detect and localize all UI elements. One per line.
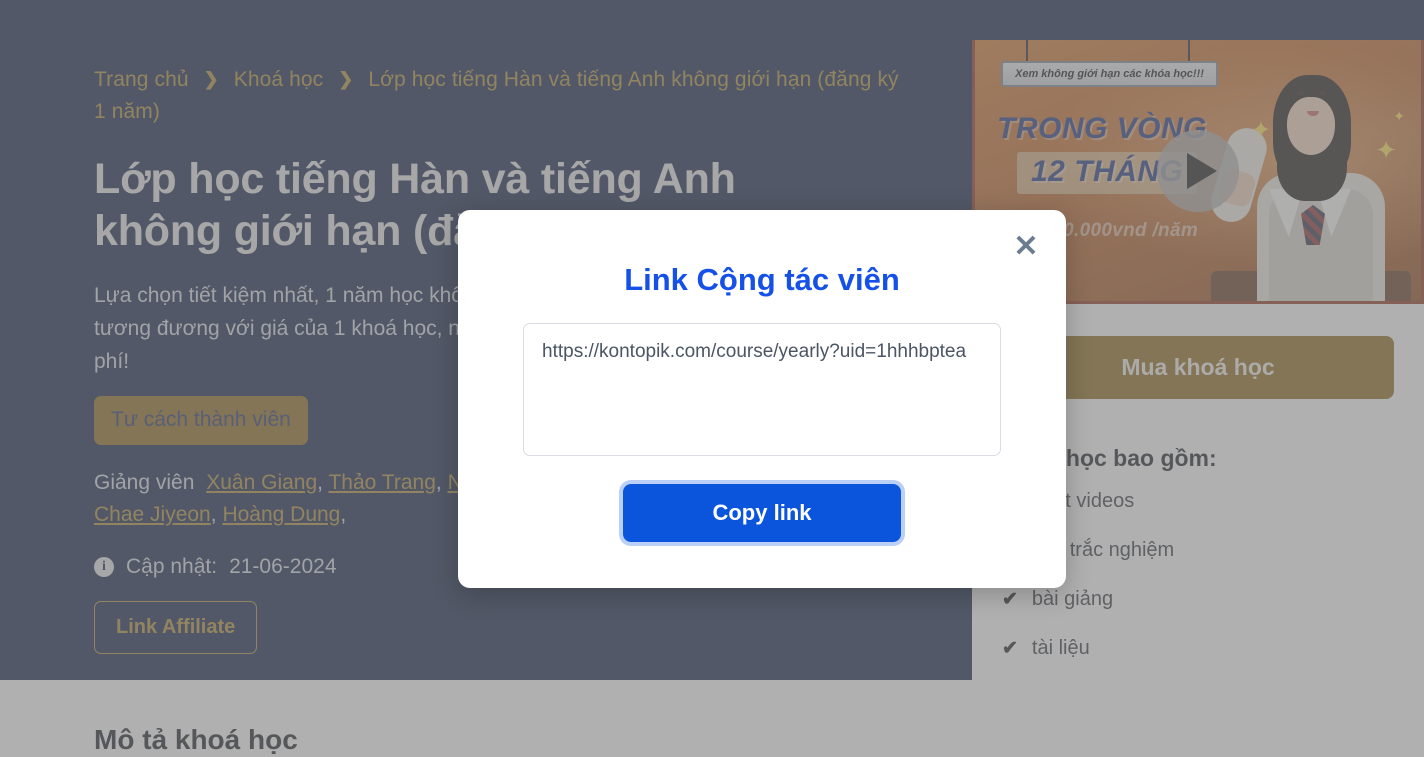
modal-title: Link Cộng tác viên [624,262,900,297]
affiliate-link-modal: ✕ Link Cộng tác viên Copy link [458,210,1066,588]
affiliate-link-input[interactable] [523,323,1001,456]
copy-link-button[interactable]: Copy link [623,484,901,542]
page-root: Trang chủ ❯ Khoá học ❯ Lớp học tiếng Hàn… [0,0,1424,757]
close-icon[interactable]: ✕ [1011,232,1041,262]
